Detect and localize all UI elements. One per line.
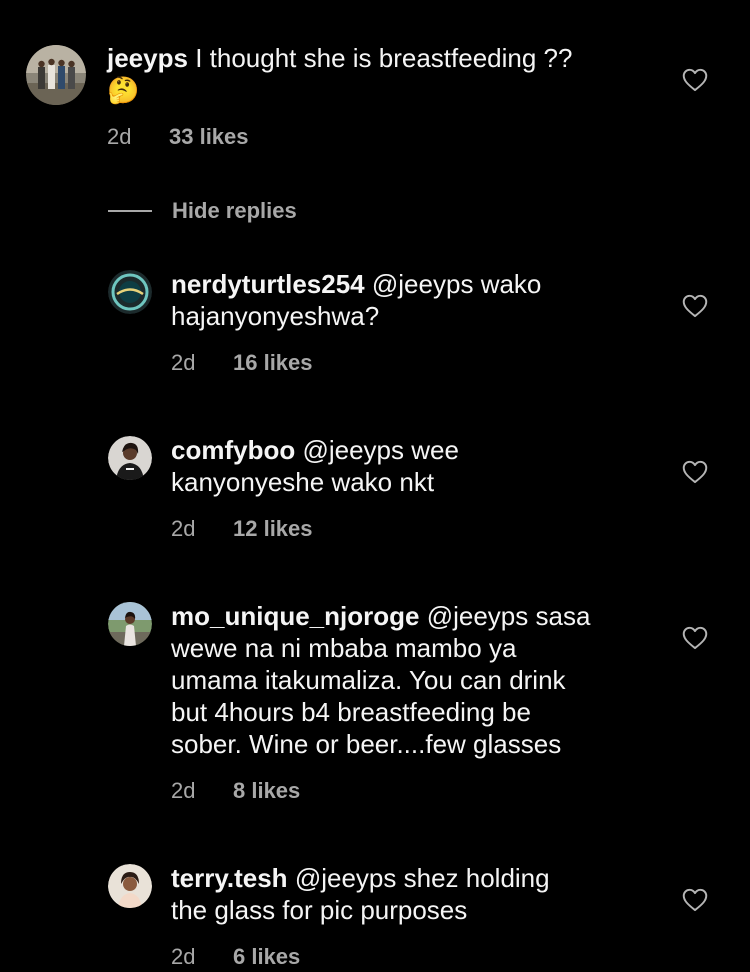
- mention-link[interactable]: @jeeyps: [295, 863, 397, 893]
- comment-text-line: the glass for pic purposes: [171, 895, 468, 925]
- comment-body: nerdyturtles254 @jeeyps wako hajanyonyes…: [171, 268, 640, 332]
- divider-line: [108, 210, 152, 212]
- comment-likes[interactable]: 16 likes: [233, 348, 313, 378]
- heart-outline-icon: [682, 626, 708, 650]
- comment-text-line: wee: [411, 435, 459, 465]
- avatar[interactable]: [108, 864, 152, 908]
- comment-text-line: kanyonyeshe wako nkt: [171, 467, 435, 497]
- avatar[interactable]: [108, 270, 152, 314]
- like-button[interactable]: [682, 626, 708, 650]
- comment-text-line: wewe na ni mbaba mambo ya: [171, 633, 517, 663]
- comment-username[interactable]: mo_unique_njoroge: [171, 601, 419, 631]
- comment-username[interactable]: terry.tesh: [171, 863, 288, 893]
- hide-replies-toggle[interactable]: Hide replies: [108, 196, 297, 226]
- like-button[interactable]: [682, 888, 708, 912]
- comment-username[interactable]: comfyboo: [171, 435, 295, 465]
- comment-time: 2d: [171, 516, 196, 541]
- heart-outline-icon: [682, 460, 708, 484]
- comment-body: jeeyps I thought she is breastfeeding ??…: [107, 42, 640, 106]
- comment-text-line: but 4hours b4 breastfeeding be: [171, 697, 531, 727]
- comment-likes[interactable]: 33 likes: [169, 122, 249, 152]
- comment-username[interactable]: nerdyturtles254: [171, 269, 365, 299]
- hide-replies-label: Hide replies: [172, 198, 297, 223]
- comment-meta: 2d 33 likes: [107, 122, 249, 152]
- like-button[interactable]: [682, 294, 708, 318]
- comment-likes[interactable]: 12 likes: [233, 514, 313, 544]
- avatar[interactable]: [26, 45, 86, 105]
- comment-meta: 2d 16 likes: [171, 348, 313, 378]
- comment-body: terry.tesh @jeeyps shez holding the glas…: [171, 862, 640, 926]
- mention-link[interactable]: @jeeyps: [372, 269, 474, 299]
- heart-outline-icon: [682, 68, 708, 92]
- comment-text-line: sasa: [535, 601, 591, 631]
- group-photo-avatar-icon: [26, 45, 86, 105]
- comment-body: comfyboo @jeeyps wee kanyonyeshe wako nk…: [171, 434, 640, 498]
- person-outdoor-avatar-icon: [108, 602, 152, 646]
- heart-outline-icon: [682, 888, 708, 912]
- comment-username[interactable]: jeeyps: [107, 43, 188, 73]
- mention-link[interactable]: @jeeyps: [302, 435, 404, 465]
- comment-text-line: wako: [480, 269, 542, 299]
- heart-outline-icon: [682, 294, 708, 318]
- comment-text-line: umama itakumaliza. You can drink: [171, 665, 566, 695]
- comment-time: 2d: [171, 350, 196, 375]
- teal-circle-logo-avatar-icon: [108, 270, 152, 314]
- comment-meta: 2d 6 likes: [171, 942, 300, 972]
- avatar[interactable]: [108, 602, 152, 646]
- comment-time: 2d: [107, 124, 132, 149]
- avatar[interactable]: [108, 436, 152, 480]
- comment-text-line: shez holding: [403, 863, 550, 893]
- thinking-face-emoji: 🤔: [107, 75, 140, 105]
- person-light-avatar-icon: [108, 864, 152, 908]
- comment-likes[interactable]: 8 likes: [233, 776, 300, 806]
- comment-body: mo_unique_njoroge @jeeyps sasa wewe na n…: [171, 600, 640, 760]
- comment-time: 2d: [171, 778, 196, 803]
- comment-text-line: hajanyonyeshwa?: [171, 301, 380, 331]
- comment-likes[interactable]: 6 likes: [233, 942, 300, 972]
- mention-link[interactable]: @jeeyps: [427, 601, 529, 631]
- person-dark-avatar-icon: [108, 436, 152, 480]
- comment-text-line: sober. Wine or beer....few glasses: [171, 729, 562, 759]
- like-button[interactable]: [682, 68, 708, 92]
- like-button[interactable]: [682, 460, 708, 484]
- comment-meta: 2d 12 likes: [171, 514, 313, 544]
- comment-meta: 2d 8 likes: [171, 776, 300, 806]
- comment-time: 2d: [171, 944, 196, 969]
- comment-text: I thought she is breastfeeding ??: [195, 43, 573, 73]
